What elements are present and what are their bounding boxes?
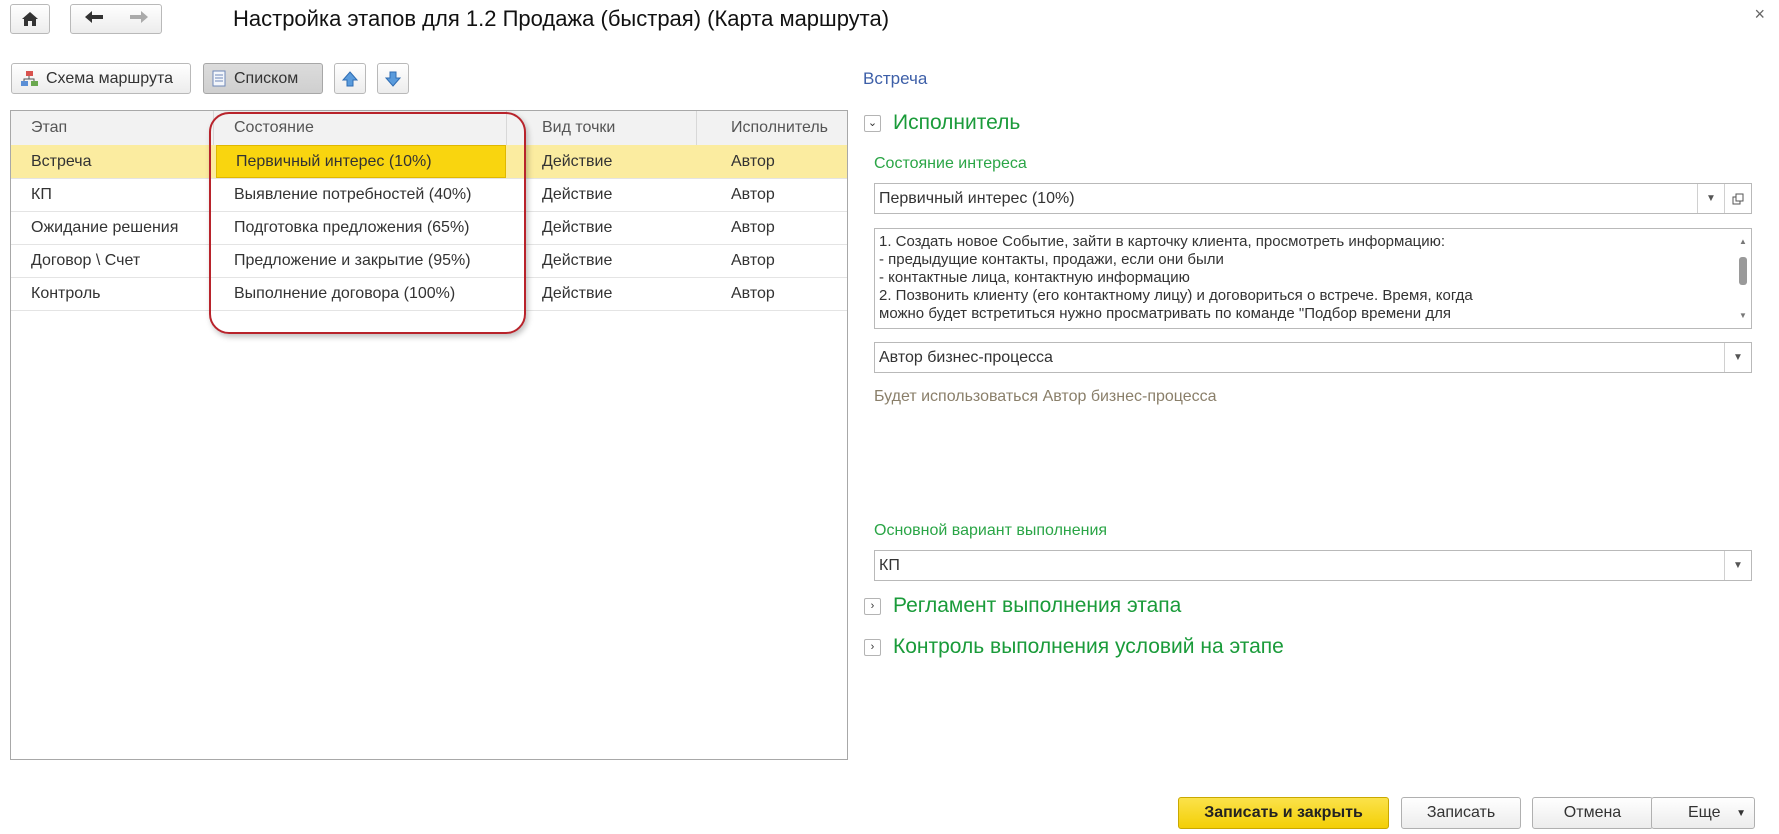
cell-state[interactable]: Первичный интерес (10%) (216, 145, 506, 178)
table-row[interactable]: Договор \ Счет Предложение и закрытие (9… (11, 244, 847, 278)
main-variant-field[interactable]: КП ▼ (874, 550, 1752, 581)
chevron-down-icon: ▼ (1733, 560, 1743, 571)
chevron-right-icon: › (870, 641, 875, 653)
list-icon (212, 70, 226, 87)
cell-stage: Ожидание решения (31, 219, 179, 236)
cell-state: Выявление потребностей (40%) (234, 186, 472, 203)
chevron-down-icon: ▼ (1736, 807, 1746, 819)
open-window-icon (1732, 193, 1744, 205)
arrow-up-icon (342, 70, 358, 86)
interest-state-dropdown[interactable]: ▼ (1697, 184, 1724, 213)
table-row[interactable]: КП Выявление потребностей (40%) Действие… (11, 178, 847, 212)
stages-table: Этап Состояние Вид точки Исполнитель Вст… (10, 110, 848, 760)
reglament-group-title[interactable]: Регламент выполнения этапа (893, 594, 1181, 618)
control-group-title[interactable]: Контроль выполнения условий на этапе (893, 635, 1284, 659)
chevron-right-icon: › (870, 600, 875, 612)
column-header-stage[interactable]: Этап (11, 111, 214, 145)
arrow-left-icon (84, 10, 103, 23)
cell-executor: Автор (731, 219, 775, 236)
chevron-down-icon: ▼ (1706, 193, 1716, 204)
cell-point-type: Действие (542, 153, 613, 170)
stage-description-textarea[interactable]: 1. Создать новое Событие, зайти в карточ… (874, 228, 1752, 329)
scrollbar-thumb[interactable] (1739, 257, 1747, 285)
cell-stage: Контроль (31, 285, 101, 302)
cell-point-type: Действие (542, 285, 613, 302)
column-header-state[interactable]: Состояние (214, 111, 507, 145)
description-line: 1. Создать новое Событие, зайти в карточ… (879, 233, 1446, 250)
reglament-group-toggle[interactable]: › (864, 598, 881, 615)
description-line: - предыдущие контакты, продажи, если они… (879, 251, 1224, 268)
description-line: можно будет встретиться нужно просматрив… (879, 305, 1451, 322)
scroll-up-icon[interactable]: ▲ (1739, 233, 1747, 251)
move-up-button[interactable] (334, 63, 366, 94)
executor-group-toggle[interactable]: ⌄ (864, 115, 881, 132)
cell-stage: КП (31, 186, 52, 203)
table-row[interactable]: Встреча Первичный интерес (10%) Действие… (11, 145, 847, 179)
scroll-down-icon[interactable]: ▼ (1739, 307, 1747, 325)
column-header-point-type[interactable]: Вид точки (507, 111, 697, 145)
home-icon (22, 12, 38, 26)
main-variant-value: КП (879, 557, 900, 574)
cell-executor: Автор (731, 252, 775, 269)
cell-point-type: Действие (542, 186, 613, 203)
cell-state: Подготовка предложения (65%) (234, 219, 470, 236)
textarea-scrollbar[interactable]: ▲ ▼ (1738, 233, 1748, 325)
table-row[interactable]: Ожидание решения Подготовка предложения … (11, 211, 847, 245)
executor-dropdown[interactable]: ▼ (1724, 343, 1751, 372)
cell-point-type: Действие (542, 252, 613, 269)
arrow-down-icon (385, 71, 401, 87)
chevron-down-icon: ⌄ (867, 117, 878, 129)
save-button[interactable]: Записать (1401, 797, 1521, 829)
description-line: - контактные лица, контактную информацию (879, 269, 1190, 286)
column-header-executor[interactable]: Исполнитель (697, 111, 849, 145)
stage-title: Встреча (863, 69, 928, 88)
cell-point-type: Действие (542, 219, 613, 236)
cancel-button[interactable]: Отмена (1532, 797, 1653, 829)
cell-state: Предложение и закрытие (95%) (234, 252, 471, 269)
route-scheme-icon (21, 70, 38, 86)
interest-state-field[interactable]: Первичный интерес (10%) ▼ (874, 183, 1752, 214)
interest-state-value: Первичный интерес (10%) (879, 190, 1075, 207)
save-and-close-button[interactable]: Записать и закрыть (1178, 797, 1389, 829)
cell-stage: Договор \ Счет (31, 252, 141, 269)
interest-state-open-button[interactable] (1724, 184, 1751, 213)
forward-button[interactable] (129, 10, 149, 29)
home-button[interactable] (10, 4, 50, 34)
executor-field[interactable]: Автор бизнес-процесса ▼ (874, 342, 1752, 373)
executor-hint: Будет использоваться Автор бизнес-процес… (874, 388, 1217, 405)
executor-value: Автор бизнес-процесса (879, 349, 1053, 366)
cell-executor: Автор (731, 186, 775, 203)
main-variant-label: Основной вариант выполнения (874, 522, 1108, 539)
back-button[interactable] (84, 10, 104, 29)
chevron-down-icon: ▼ (1733, 352, 1743, 363)
list-view-label: Списком (234, 69, 299, 87)
table-row[interactable]: Контроль Выполнение договора (100%) Дейс… (11, 277, 847, 311)
cell-stage: Встреча (31, 153, 92, 170)
arrow-right-icon (129, 10, 148, 23)
description-line: 2. Позвонить клиенту (его контактному ли… (879, 287, 1473, 304)
list-view-button[interactable]: Списком (203, 63, 323, 94)
window-title: Настройка этапов для 1.2 Продажа (быстра… (233, 6, 890, 31)
main-variant-dropdown[interactable]: ▼ (1724, 551, 1751, 580)
route-scheme-label: Схема маршрута (46, 69, 174, 87)
more-label: Еще (1688, 804, 1721, 821)
cell-executor: Автор (731, 153, 775, 170)
cell-executor: Автор (731, 285, 775, 302)
move-down-button[interactable] (377, 63, 409, 94)
close-icon[interactable]: × (1754, 4, 1765, 25)
executor-group-title[interactable]: Исполнитель (893, 111, 1020, 135)
cell-state: Выполнение договора (100%) (234, 285, 456, 302)
interest-state-label: Состояние интереса (874, 155, 1027, 172)
more-button[interactable]: Еще ▼ (1651, 797, 1755, 829)
history-nav (70, 4, 162, 34)
route-scheme-button[interactable]: Схема маршрута (11, 63, 191, 94)
table-header: Этап Состояние Вид точки Исполнитель (11, 111, 847, 146)
control-group-toggle[interactable]: › (864, 639, 881, 656)
